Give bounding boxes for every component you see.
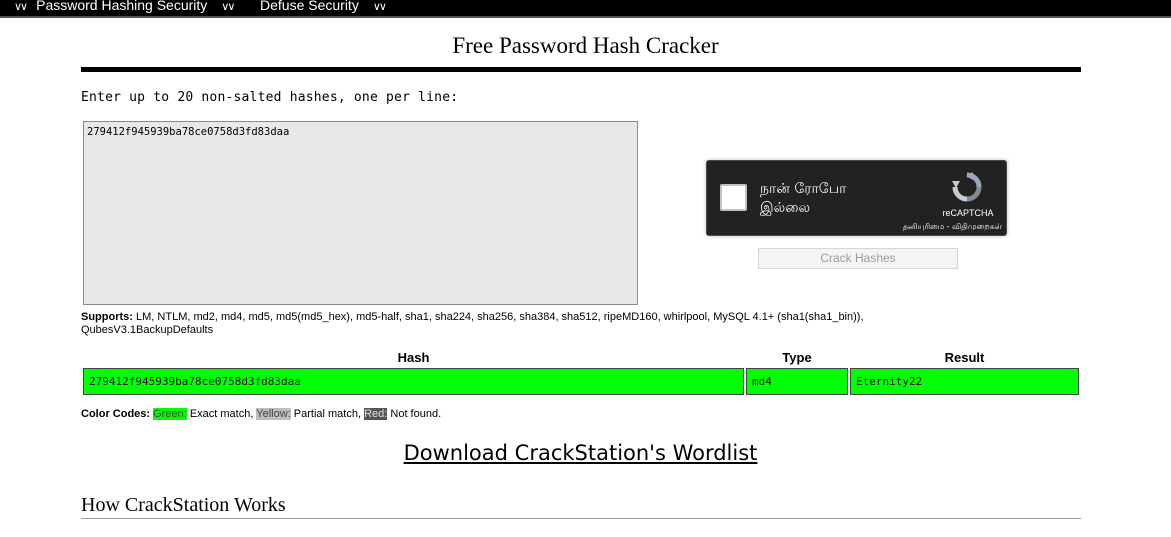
double-chevron-down-icon: ∨∨ [221, 1, 235, 13]
results-header-hash: Hash [397, 350, 430, 365]
recaptcha-checkbox[interactable] [720, 184, 747, 211]
instructions-text: Enter up to 20 non-salted hashes, one pe… [81, 90, 459, 105]
double-chevron-down-icon: ∨∨ [14, 1, 28, 13]
page-title: Free Password Hash Cracker [452, 33, 719, 58]
title-divider [81, 67, 1081, 72]
nav-item-label: Defuse Security [260, 0, 359, 13]
top-nav-bar: ∨∨ Password Hashing Security ∨∨ Defuse Sec… [0, 0, 1171, 18]
color-codes-legend: Color Codes: Green: Exact match, Yellow:… [81, 408, 441, 420]
download-wordlist-link[interactable]: Download CrackStation's Wordlist [0, 441, 1161, 465]
recaptcha-privacy-terms-links[interactable]: தனியுரிமை - விதிமுறைகள் [857, 222, 1002, 232]
section-divider [81, 518, 1081, 519]
supported-algorithms: Supports: LM, NTLM, md2, md4, md5, md5(m… [81, 311, 981, 337]
color-code-yellow-desc: Partial match, [290, 408, 365, 420]
recaptcha-label-line2: இல்லை [760, 200, 811, 216]
results-cell-type: md4 [746, 368, 848, 395]
color-codes-label: Color Codes: [81, 408, 151, 420]
results-header-type: Type [782, 350, 812, 365]
color-code-yellow: Yellow: [256, 408, 291, 420]
recaptcha-label: நான் ரோபோ இல்லை [760, 180, 880, 218]
recaptcha-widget: நான் ரோபோ இல்லை reCAPTCHA தனியுரிமை - வி… [706, 160, 1007, 236]
double-chevron-down-icon: ∨∨ [372, 1, 387, 13]
nav-item-label: Password Hashing Security [36, 0, 208, 13]
results-cell-hash: 279412f945939ba78ce0758d3fd83daa [83, 368, 744, 395]
recaptcha-brand: reCAPTCHA [942, 208, 994, 218]
recaptcha-logo-icon [952, 172, 982, 202]
color-code-red-desc: Not found. [387, 408, 442, 420]
results-cell-result: Eternity22 [850, 368, 1079, 395]
recaptcha-label-line1: நான் ரோபோ [760, 181, 847, 197]
results-header-result: Result [944, 350, 985, 365]
hash-input-textarea[interactable]: 279412f945939ba78ce0758d3fd83daa [83, 121, 638, 305]
supports-list: LM, NTLM, md2, md4, md5, md5(md5_hex), m… [81, 311, 864, 336]
nav-item-defuse-security[interactable]: Defuse Security ∨∨ [260, 0, 387, 13]
color-code-green-desc: Exact match, [186, 408, 257, 420]
nav-item-password-hashing-security[interactable]: ∨∨ Password Hashing Security ∨∨ [14, 0, 235, 13]
color-code-red: Red: [364, 408, 388, 420]
crack-hashes-button[interactable]: Crack Hashes [758, 248, 958, 269]
supports-label: Supports: [81, 311, 133, 323]
color-code-green: Green: [153, 408, 187, 420]
how-crackstation-works-heading: How CrackStation Works [81, 494, 286, 516]
